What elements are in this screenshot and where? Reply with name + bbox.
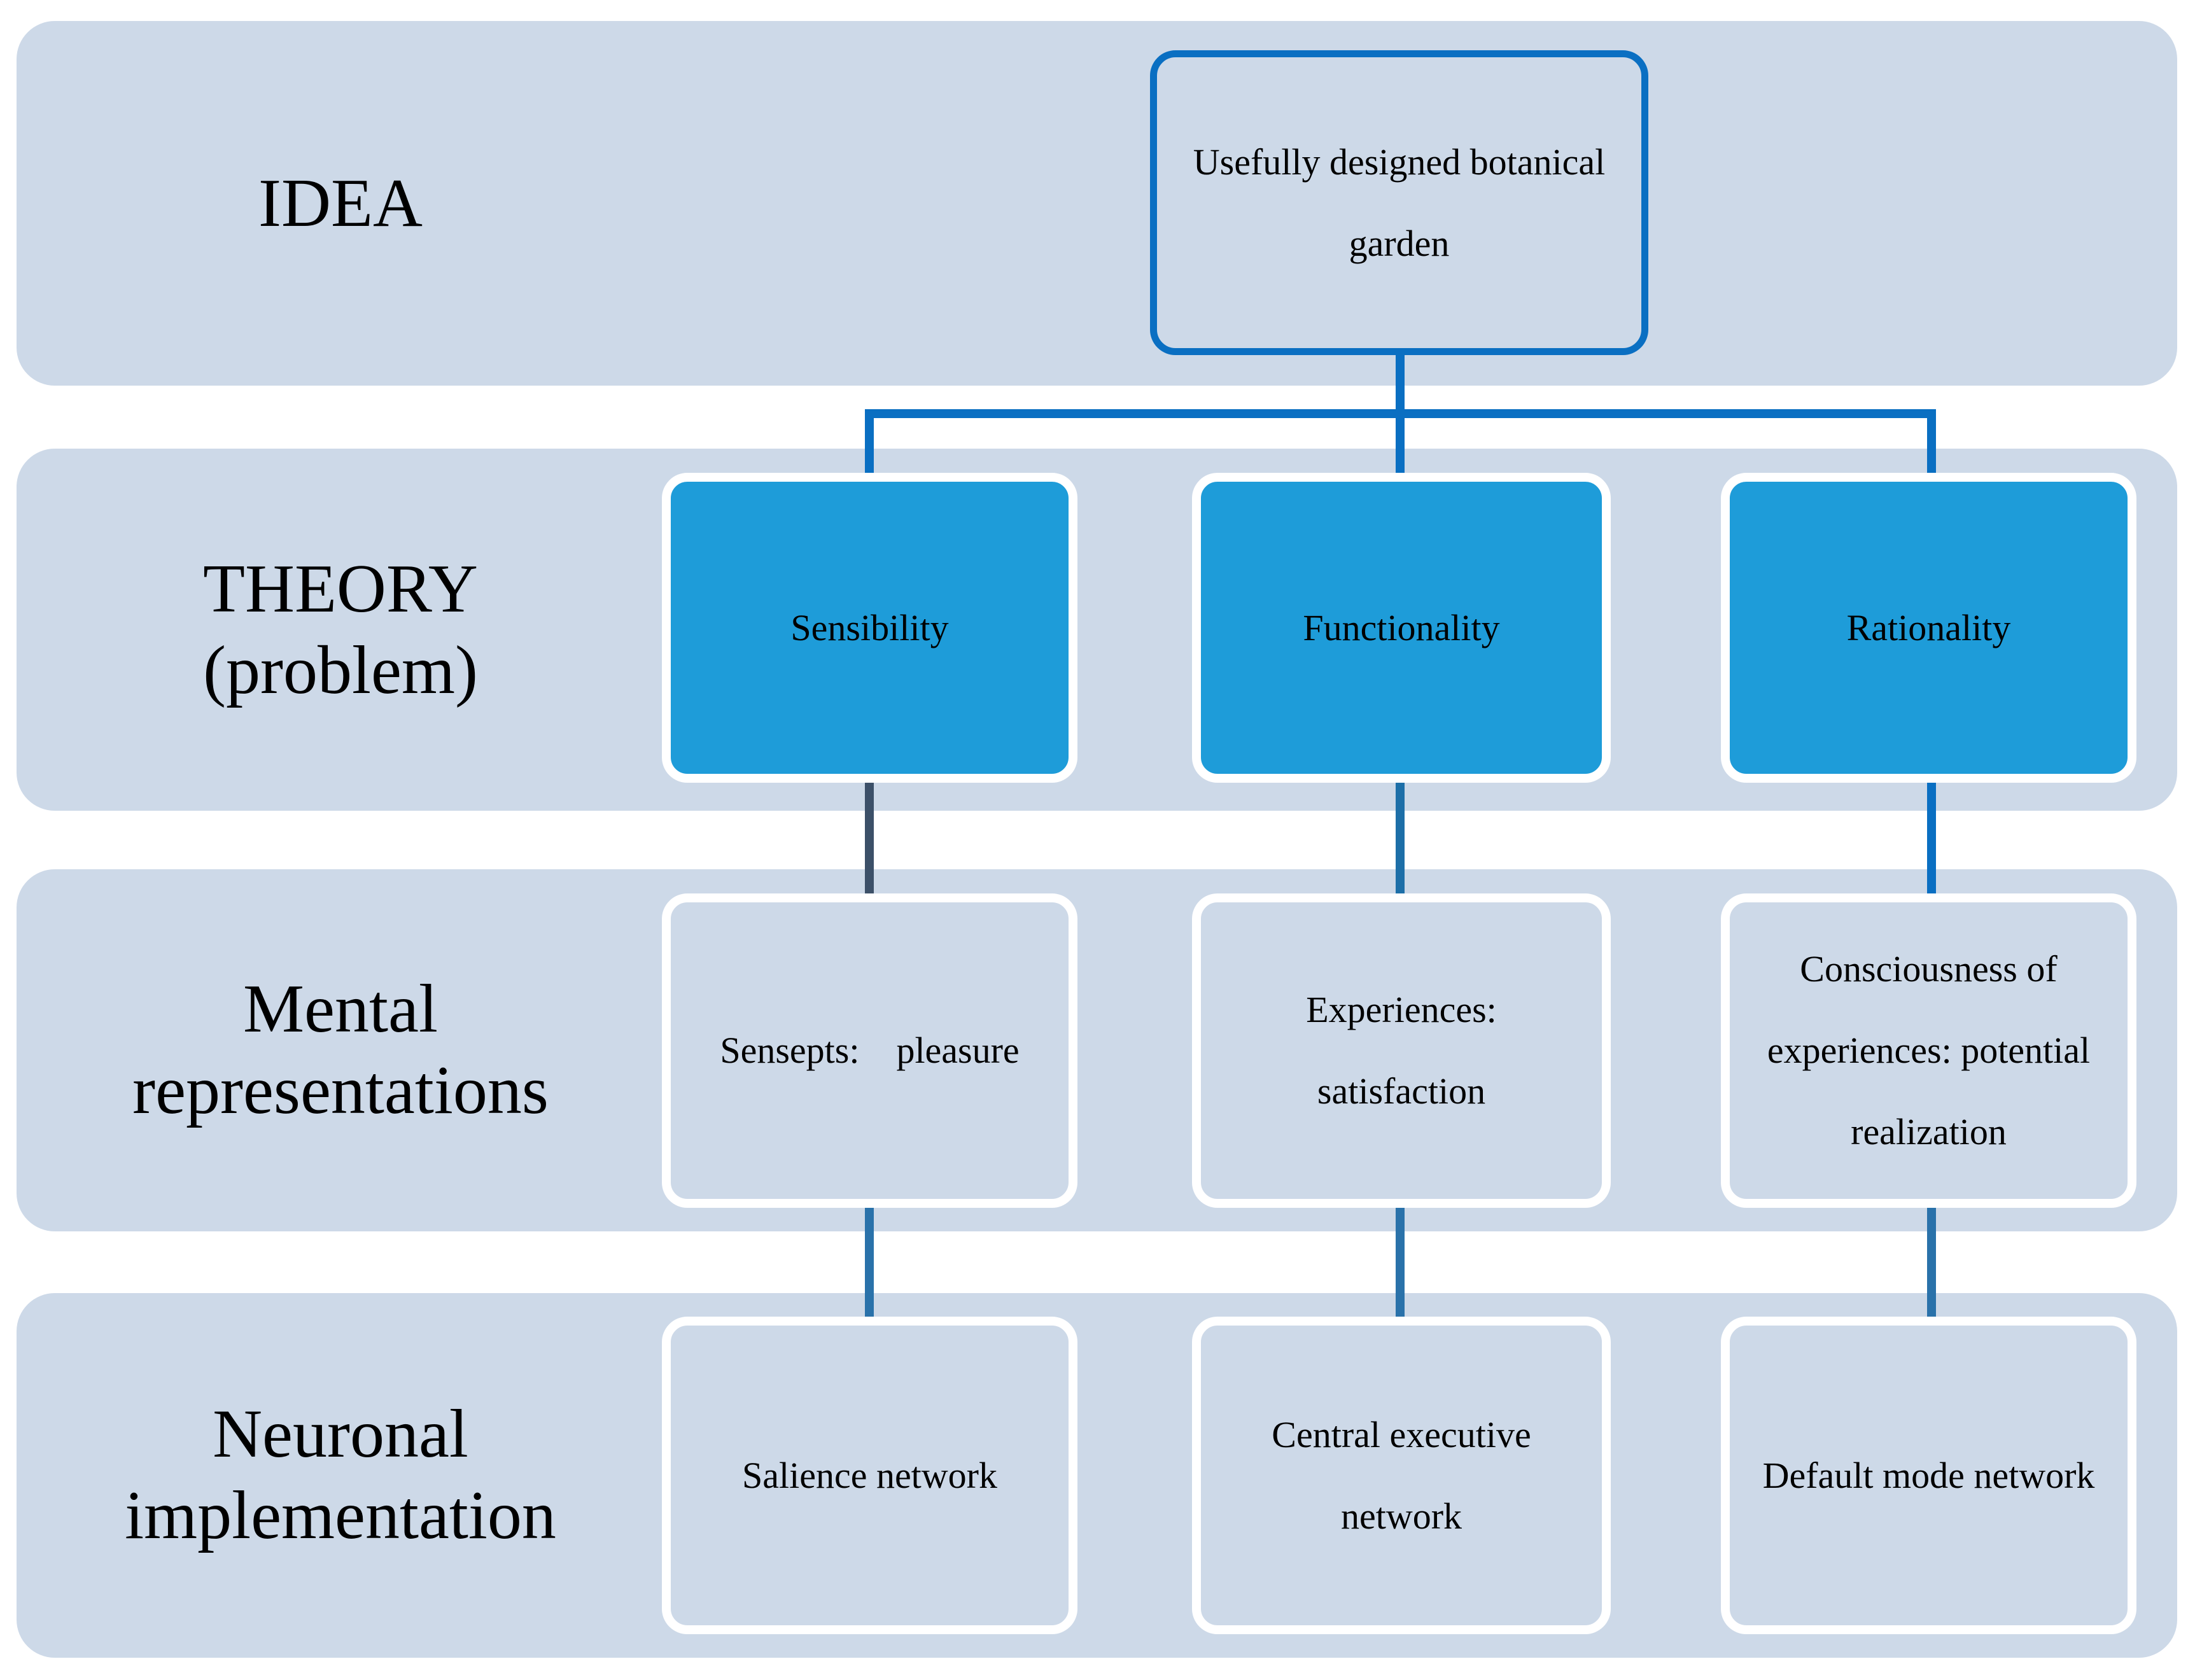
mental-box-consciousness: Consciousness of experiences: potential …	[1721, 893, 2136, 1208]
neuronal-box-salience: Salience network	[662, 1317, 1077, 1634]
level-label-mental: Mental representations	[132, 971, 549, 1128]
neuronal-box-default-mode: Default mode network	[1721, 1317, 2136, 1634]
level-label-theory: THEORY (problem)	[203, 551, 478, 708]
mental-box-sensepts: Sensepts: pleasure	[662, 893, 1077, 1208]
idea-box: Usefully designed botanical garden	[1150, 50, 1648, 355]
theory-box-functionality: Functionality	[1192, 473, 1611, 783]
neuronal-box-central-executive: Central executive network	[1192, 1317, 1611, 1634]
level-label-neuronal: Neuronal implementation	[125, 1396, 556, 1553]
theory-box-sensibility: Sensibility	[662, 473, 1077, 783]
mental-box-experiences: Experiences: satisfaction	[1192, 893, 1611, 1208]
connector-idea-theory	[865, 355, 1936, 477]
theory-box-rationality: Rationality	[1721, 473, 2136, 783]
level-label-idea: IDEA	[258, 165, 423, 241]
